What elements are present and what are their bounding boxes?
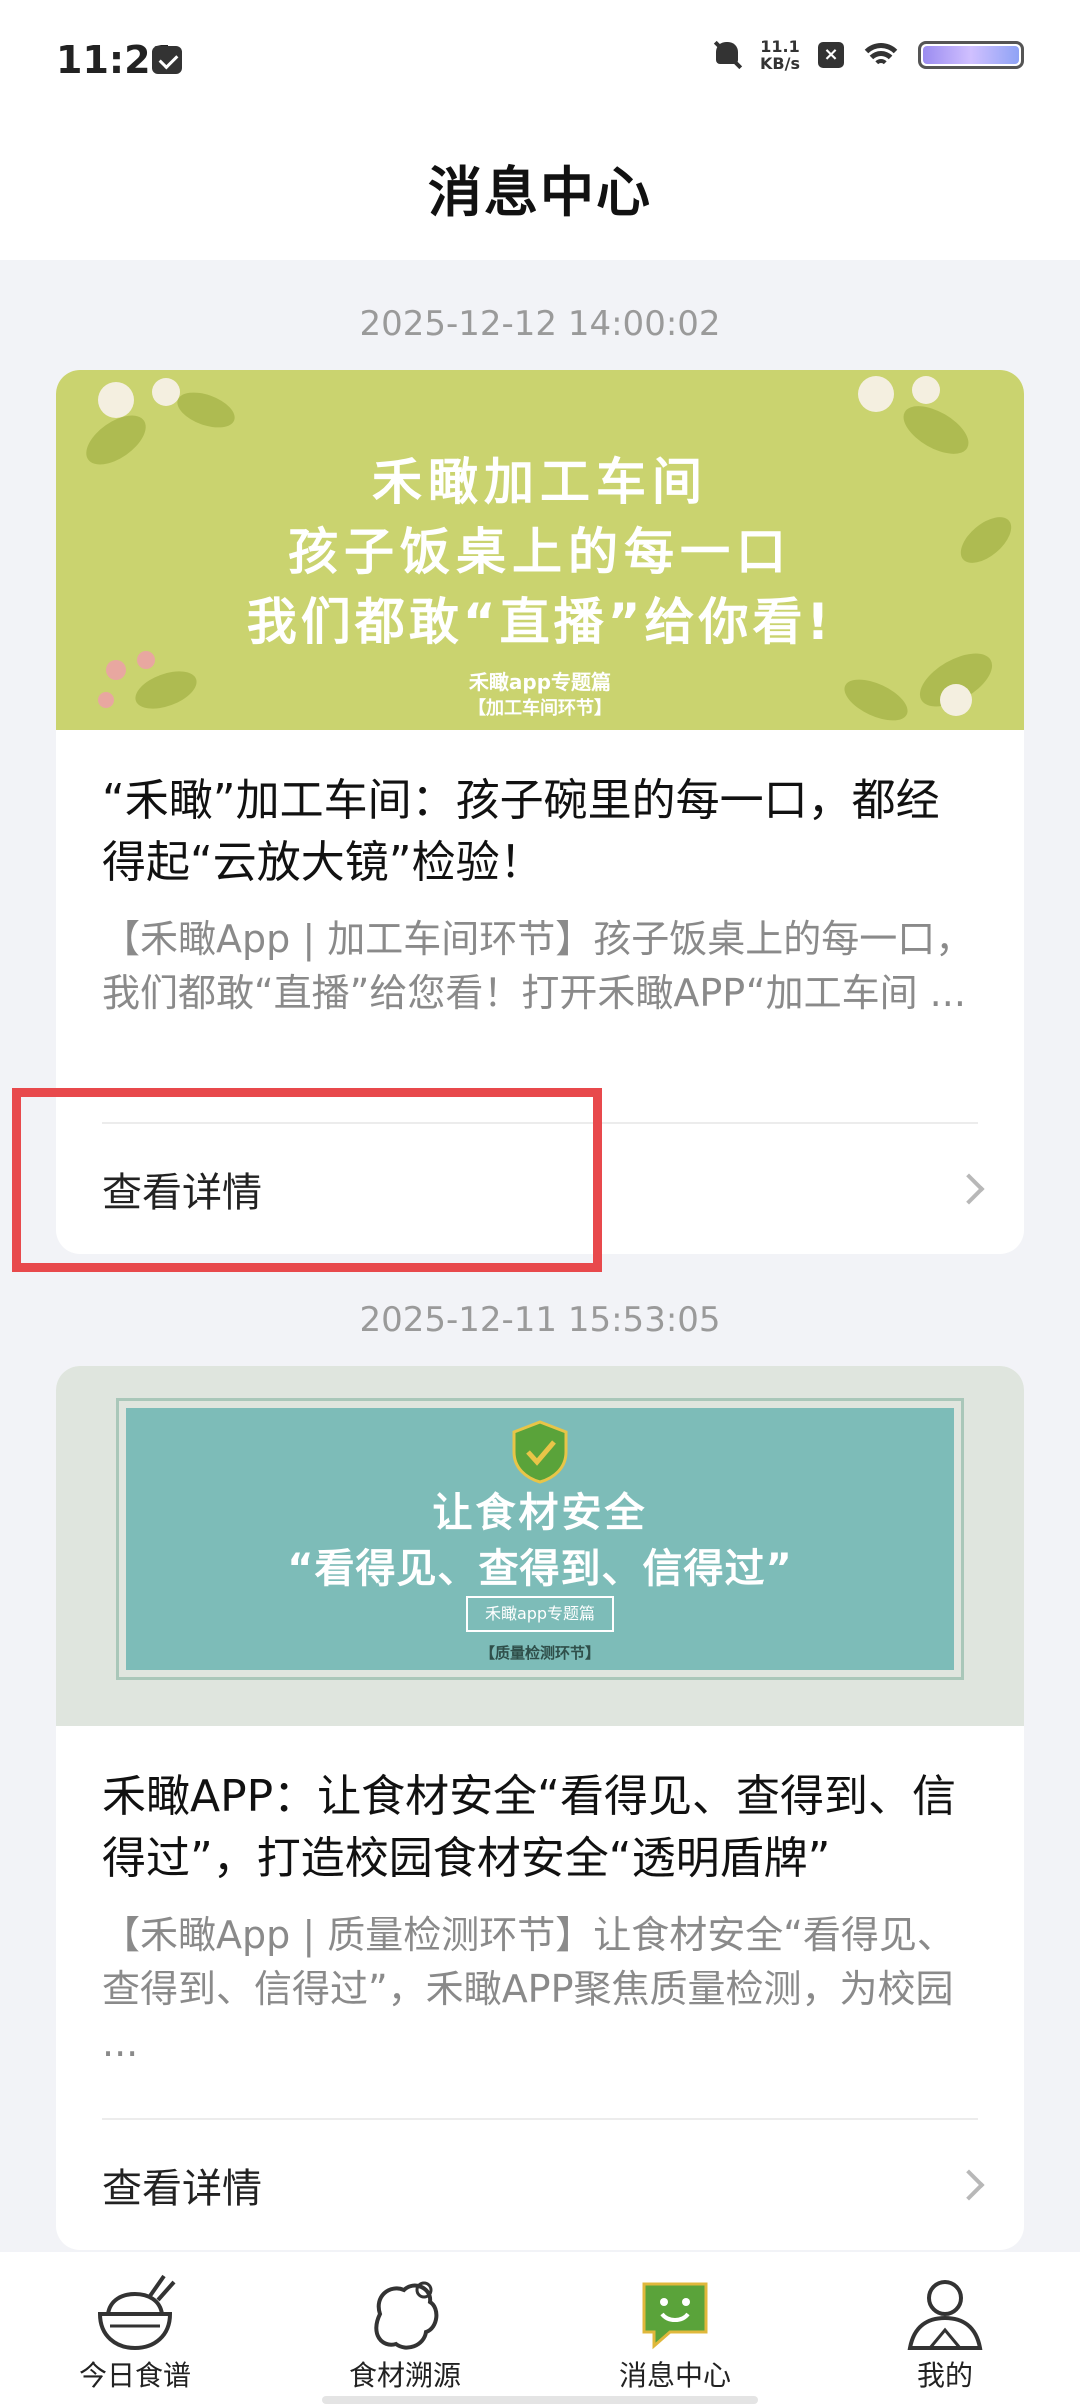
bell-muted-icon [712,40,742,70]
tab-mine[interactable]: 我的 [810,2252,1080,2408]
message-timestamp: 2025-12-12 14:00:02 [359,304,721,344]
wifi-icon [862,41,900,69]
tab-message-center[interactable]: 消息中心 [540,2252,810,2408]
chevron-right-icon[interactable] [953,2169,985,2201]
shield-check-icon [512,1420,568,1484]
message-banner-image[interactable]: 禾瞰加工车间 孩子饭桌上的每一口 我们都敢“直播”给你看! 禾瞰app专题篇 【… [56,370,1024,730]
message-summary: 【禾瞰App | 质量检测环节】让食材安全“看得见、查得到、信得过”，禾瞰APP… [102,1913,955,2065]
tab-label: 今日食谱 [78,2359,191,2392]
tab-label: 消息中心 [618,2359,731,2392]
message-icon [152,46,182,74]
banner-tag-2: 【加工车间环节】 [468,698,612,719]
tab-label: 我的 [916,2359,973,2392]
chevron-right-icon[interactable] [953,1173,985,1205]
banner-tag-1: 禾瞰app专题篇 [468,670,612,694]
message-timestamp: 2025-12-11 15:53:05 [359,1300,721,1340]
divider [102,2118,978,2120]
network-speed-unit: KB/s [760,54,800,73]
message-summary: 【禾瞰App | 加工车间环节】孩子饭桌上的每一口，我们都敢“直播”给您看！打开… [102,917,974,1015]
bottom-tab-bar: 今日食谱 食材溯源 消息中心 我的 [0,2252,1080,2408]
message-title: 禾瞰APP：让食材安全“看得见、查得到、信得过”，打造校园食材安全“透明盾牌” [102,1771,956,1884]
banner-headline-1: 禾瞰加工车间 [372,453,708,511]
banner-tag-2: 【质量检测环节】 [479,1644,600,1662]
bowl-icon [97,2274,176,2351]
tab-label: 食材溯源 [348,2359,461,2392]
banner-headline-2: 孩子饭桌上的每一口 [288,523,792,581]
banner-headline-2: “看得见、查得到、信得过” [287,1546,793,1592]
banner-headline-3: 我们都敢“直播”给你看! [246,593,834,651]
message-smile-icon [642,2282,708,2350]
message-title: “禾瞰”加工车间：孩子碗里的每一口，都经得起“云放大镜”检验！ [102,775,940,888]
home-indicator[interactable] [322,2396,758,2404]
network-speed: 11.1 KB/s [760,38,800,72]
x-box-icon: × [818,42,844,68]
network-speed-value: 11.1 [760,37,800,56]
status-bar: 11:21 11.1 KB/s × [0,0,1080,128]
message-card[interactable]: 让食材安全 “看得见、查得到、信得过” 禾瞰app专题篇 【质量检测环节】 禾瞰… [56,1366,1024,2250]
banner-headline-1: 让食材安全 [432,1490,648,1536]
page-title: 消息中心 [428,161,652,224]
message-banner-image[interactable]: 让食材安全 “看得见、查得到、信得过” 禾瞰app专题篇 【质量检测环节】 [56,1366,1024,1726]
food-trace-icon [374,2281,439,2350]
view-details-link[interactable]: 查看详情 [102,2156,262,2214]
battery-icon [918,41,1024,69]
banner-tag-1: 禾瞰app专题篇 [466,1596,614,1632]
highlight-box [12,1088,602,1272]
person-icon [907,2280,983,2350]
tab-food-trace[interactable]: 食材溯源 [270,2252,540,2408]
tab-today-recipe[interactable]: 今日食谱 [0,2252,270,2408]
page-header: 消息中心 [0,128,1080,260]
